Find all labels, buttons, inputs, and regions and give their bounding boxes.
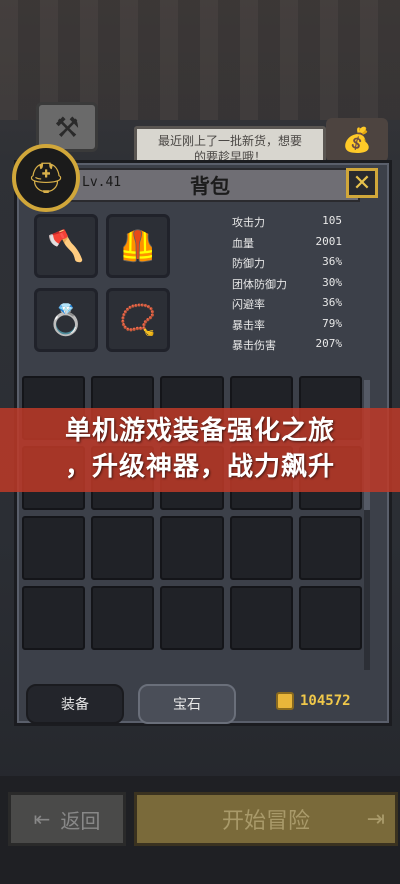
inventory-slot[interactable] [160, 516, 224, 580]
stat-label: 暴击伤害 [232, 339, 276, 352]
inventory-slot[interactable] [91, 516, 155, 580]
stat-row-defense: 防御力 36% [232, 255, 342, 276]
inventory-title: 背包 [190, 174, 230, 198]
stat-row-crit-damage: 暴击伤害 207% [232, 337, 342, 358]
gold-counter: 104572 [276, 692, 351, 710]
close-button[interactable]: ✕ [346, 168, 378, 198]
stat-value: 36% [322, 296, 342, 309]
banner-line-1: 单机游戏装备强化之旅 [64, 416, 335, 446]
inventory-slot[interactable] [298, 586, 362, 650]
inventory-slot[interactable] [22, 586, 86, 650]
necklace-icon[interactable]: 📿 [106, 288, 170, 352]
stat-label: 攻击力 [232, 216, 265, 229]
stat-label: 防御力 [232, 257, 265, 270]
stat-value: 2001 [315, 234, 343, 248]
stat-value: 36% [322, 255, 342, 268]
stat-label: 闪避率 [232, 298, 265, 311]
stat-value: 207% [315, 337, 343, 350]
start-adventure-button[interactable]: 开始冒险 ⇥ [134, 792, 398, 846]
inventory-slot[interactable] [229, 586, 293, 650]
inventory-slot[interactable] [91, 586, 155, 650]
stat-row-hp: 血量 2001 [232, 235, 342, 256]
back-button[interactable]: ⇤ 返回 [8, 792, 126, 846]
inventory-slot[interactable] [22, 516, 86, 580]
back-label: 返回 [60, 808, 101, 833]
banner-line-2: ，升级神器，战力飙升 [64, 452, 335, 482]
ring-icon[interactable]: 💍 [34, 288, 98, 352]
stat-row-attack: 攻击力 105 [232, 214, 342, 235]
player-level: Lv.41 [82, 175, 122, 190]
axe-icon[interactable]: 🪓 [34, 214, 98, 278]
stat-value: 105 [322, 214, 342, 227]
tab-gem[interactable]: 宝石 [138, 684, 236, 724]
stat-row-dodge: 闪避率 36% [232, 296, 342, 317]
stat-label: 暴击率 [232, 318, 265, 332]
stat-label: 团体防御力 [232, 277, 287, 291]
inventory-slot[interactable] [160, 586, 224, 650]
stat-label: 血量 [232, 236, 254, 250]
hero-helmet-icon: ⛑ [12, 144, 80, 212]
tab-equip[interactable]: 装备 [26, 684, 124, 724]
stat-row-crit-rate: 暴击率 79% [232, 317, 342, 338]
speech-line-1: 最近刚上了一批新货，想要 [157, 134, 302, 148]
stat-value: 30% [322, 275, 342, 289]
exit-door-icon: ⇥ [366, 806, 385, 832]
inventory-slot[interactable] [229, 516, 293, 580]
inventory-slot[interactable] [298, 516, 362, 580]
stat-row-team-defense: 团体防御力 30% [232, 276, 342, 297]
gold-amount: 104572 [300, 693, 351, 709]
gold-coin-icon [276, 692, 294, 710]
start-label: 开始冒险 [221, 809, 310, 834]
stat-value: 79% [322, 316, 342, 330]
shop-bag-icon[interactable]: 💰 [326, 118, 388, 162]
banner-text: 单机游戏装备强化之旅 ，升级神器，战力飙升 [0, 413, 400, 485]
stats-list: 攻击力 105 血量 2001 防御力 36% 团体防御力 30% 闪避率 36% 暴击率… [232, 214, 342, 358]
back-arrow-icon: ⇤ [33, 807, 51, 831]
armor-icon[interactable]: 🦺 [106, 214, 170, 278]
